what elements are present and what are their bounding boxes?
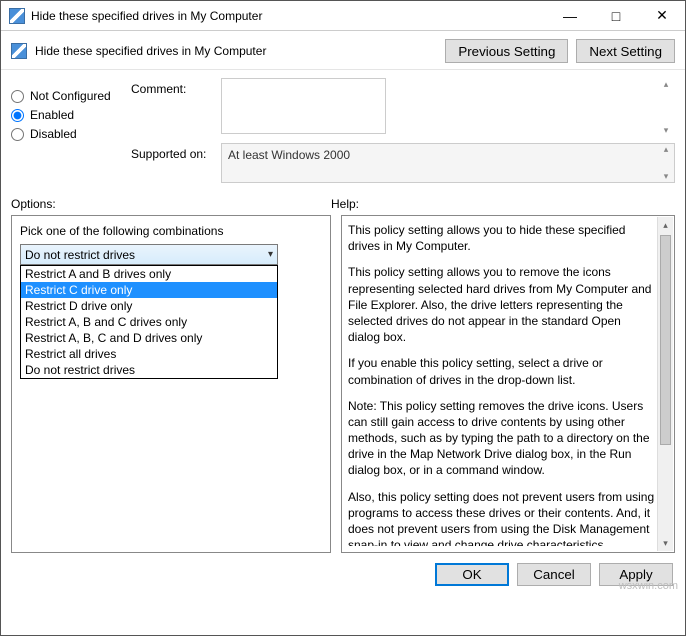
comment-row: Comment: ▴ ▾	[131, 78, 675, 137]
section-labels: Options: Help:	[1, 193, 685, 215]
scroll-down-icon: ▾	[658, 535, 673, 551]
help-p1: This policy setting allows you to hide t…	[348, 222, 656, 254]
scroll-up-icon: ▴	[664, 144, 669, 155]
help-text: This policy setting allows you to hide t…	[348, 222, 656, 546]
scroll-up-icon: ▴	[664, 79, 669, 90]
scroll-down-icon: ▾	[664, 125, 669, 136]
options-pane: Pick one of the following combinations D…	[11, 215, 331, 553]
drives-dropdown[interactable]: Restrict A and B drives onlyRestrict C d…	[20, 265, 278, 379]
minimize-button[interactable]: —	[547, 1, 593, 30]
header-title: Hide these specified drives in My Comput…	[35, 44, 437, 58]
help-pane: This policy setting allows you to hide t…	[341, 215, 675, 553]
dropdown-option[interactable]: Restrict C drive only	[21, 282, 277, 298]
previous-setting-button[interactable]: Previous Setting	[445, 39, 568, 63]
drives-combo[interactable]: Do not restrict drives ▾	[20, 244, 278, 265]
chevron-down-icon: ▾	[268, 249, 273, 260]
window-title: Hide these specified drives in My Comput…	[31, 9, 547, 23]
supported-value: At least Windows 2000	[221, 143, 675, 183]
close-button[interactable]: ✕	[639, 1, 685, 30]
header-row: Hide these specified drives in My Comput…	[1, 31, 685, 70]
options-label: Options:	[11, 197, 331, 211]
maximize-button[interactable]: □	[593, 1, 639, 30]
help-p3: If you enable this policy setting, selec…	[348, 355, 656, 387]
policy-icon	[11, 43, 27, 59]
comment-scrollbar[interactable]: ▴ ▾	[658, 79, 674, 136]
comment-input[interactable]	[221, 78, 386, 134]
dropdown-option[interactable]: Restrict D drive only	[21, 298, 277, 314]
help-p2: This policy setting allows you to remove…	[348, 264, 656, 345]
panes: Pick one of the following combinations D…	[1, 215, 685, 553]
scrollbar-thumb[interactable]	[660, 235, 671, 445]
next-setting-button[interactable]: Next Setting	[576, 39, 675, 63]
supported-row: Supported on: At least Windows 2000 ▴ ▾	[131, 143, 675, 183]
window-controls: — □ ✕	[547, 1, 685, 30]
radio-not-configured[interactable]: Not Configured	[11, 89, 131, 103]
radio-enabled-input[interactable]	[11, 109, 24, 122]
titlebar: Hide these specified drives in My Comput…	[1, 1, 685, 31]
dropdown-option[interactable]: Restrict all drives	[21, 346, 277, 362]
footer: OK Cancel Apply	[1, 553, 685, 596]
radio-disabled[interactable]: Disabled	[11, 127, 131, 141]
scroll-up-icon: ▴	[658, 217, 673, 233]
supported-scrollbar[interactable]: ▴ ▾	[658, 144, 674, 182]
app-icon	[9, 8, 25, 24]
radio-enabled[interactable]: Enabled	[11, 108, 131, 122]
ok-button[interactable]: OK	[435, 563, 509, 586]
radio-disabled-input[interactable]	[11, 128, 24, 141]
radio-disabled-label: Disabled	[30, 127, 77, 141]
help-scrollbar[interactable]: ▴ ▾	[657, 217, 673, 551]
combo-label: Pick one of the following combinations	[20, 224, 322, 238]
radio-not-configured-label: Not Configured	[30, 89, 111, 103]
comment-label: Comment:	[131, 78, 221, 96]
combo-wrap: Do not restrict drives ▾ Restrict A and …	[20, 244, 278, 265]
combo-selected-value: Do not restrict drives	[25, 248, 135, 262]
radio-not-configured-input[interactable]	[11, 90, 24, 103]
config-area: Not Configured Enabled Disabled Comment:…	[1, 70, 685, 193]
dropdown-option[interactable]: Restrict A, B, C and D drives only	[21, 330, 277, 346]
radio-enabled-label: Enabled	[30, 108, 74, 122]
dropdown-option[interactable]: Do not restrict drives	[21, 362, 277, 378]
field-column: Comment: ▴ ▾ Supported on: At least Wind…	[131, 78, 675, 189]
supported-label: Supported on:	[131, 143, 221, 161]
apply-button[interactable]: Apply	[599, 563, 673, 586]
state-radios: Not Configured Enabled Disabled	[11, 78, 131, 189]
dropdown-option[interactable]: Restrict A and B drives only	[21, 266, 277, 282]
scroll-down-icon: ▾	[664, 171, 669, 182]
help-label: Help:	[331, 197, 359, 211]
help-p5: Also, this policy setting does not preve…	[348, 489, 656, 546]
cancel-button[interactable]: Cancel	[517, 563, 591, 586]
help-p4: Note: This policy setting removes the dr…	[348, 398, 656, 479]
dropdown-option[interactable]: Restrict A, B and C drives only	[21, 314, 277, 330]
